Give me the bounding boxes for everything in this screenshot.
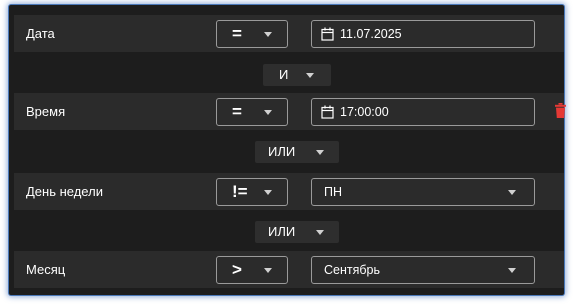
chevron-down-icon <box>316 230 324 235</box>
weekday-value: ПН <box>324 185 343 199</box>
month-select[interactable]: Сентябрь <box>311 256 535 284</box>
date-input[interactable]: 11.07.2025 <box>311 20 535 48</box>
chevron-down-icon <box>306 73 314 78</box>
logic-operator-select[interactable]: И <box>263 64 331 86</box>
field-label: Месяц <box>26 262 66 277</box>
operator-select[interactable]: = <box>216 20 288 48</box>
chevron-down-icon <box>508 190 516 195</box>
chevron-down-icon <box>264 32 272 37</box>
time-input[interactable]: 17:00:00 <box>311 98 535 126</box>
condition-row-month: Месяц > Сентябрь <box>14 251 564 288</box>
condition-builder-panel: Дата = 11.07.2025 И Время = 17:00:00 ИЛИ… <box>9 5 566 295</box>
field-label: День недели <box>26 184 103 199</box>
chevron-down-icon <box>264 190 272 195</box>
chevron-down-icon <box>264 268 272 273</box>
condition-row-time: Время = 17:00:00 <box>14 93 566 130</box>
logic-operator-value: ИЛИ <box>268 144 296 159</box>
weekday-select[interactable]: ПН <box>311 178 535 206</box>
calendar-icon <box>321 105 334 119</box>
operator-select[interactable]: != <box>216 178 288 206</box>
field-label: Дата <box>26 26 55 41</box>
date-value: 11.07.2025 <box>340 27 402 41</box>
condition-row-weekday: День недели != ПН <box>14 173 564 210</box>
month-value: Сентябрь <box>324 263 380 277</box>
operator-select[interactable]: = <box>216 98 288 126</box>
chevron-down-icon <box>508 268 516 273</box>
logic-operator-value: ИЛИ <box>268 224 296 239</box>
condition-row-date: Дата = 11.07.2025 <box>14 15 564 52</box>
operator-value: > <box>232 260 242 279</box>
operator-select[interactable]: > <box>216 256 288 284</box>
logic-operator-select[interactable]: ИЛИ <box>255 221 339 243</box>
trash-icon[interactable] <box>555 103 566 118</box>
calendar-icon <box>321 27 334 41</box>
logic-operator-select[interactable]: ИЛИ <box>255 141 339 163</box>
chevron-down-icon <box>316 150 324 155</box>
time-value: 17:00:00 <box>340 105 389 119</box>
chevron-down-icon <box>264 110 272 115</box>
logic-operator-value: И <box>279 67 289 82</box>
operator-value: != <box>232 182 248 201</box>
operator-value: = <box>232 24 242 43</box>
field-label: Время <box>26 104 66 119</box>
operator-value: = <box>232 102 242 121</box>
